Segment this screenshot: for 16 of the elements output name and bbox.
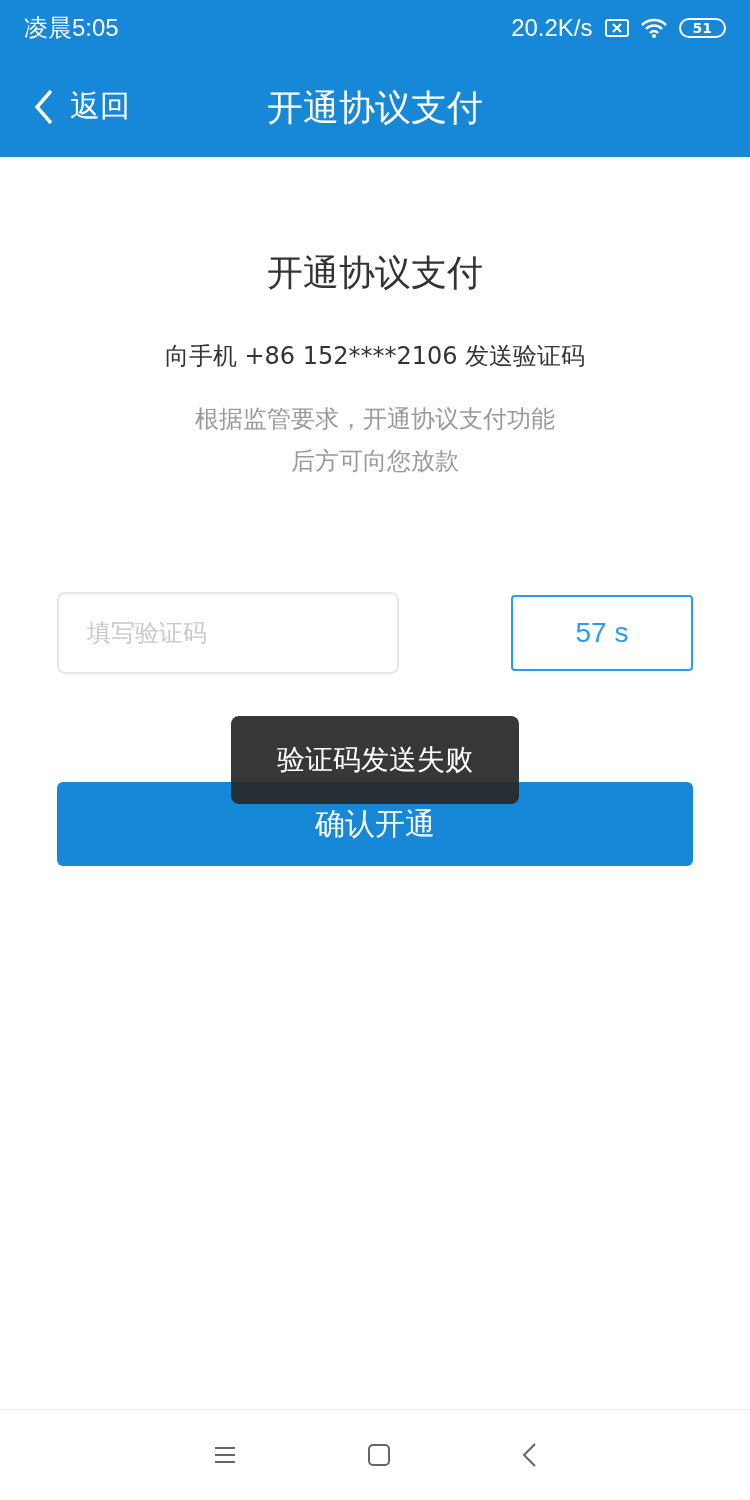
back-button[interactable]: 返回: [34, 86, 130, 127]
battery-icon: 51: [678, 18, 726, 38]
note-text: 根据监管要求，开通协议支付功能后方可向您放款: [194, 404, 556, 477]
countdown-button[interactable]: 57 s: [511, 595, 693, 671]
page-title: 开通协议支付: [267, 86, 483, 130]
status-time: 凌晨5:05: [24, 13, 119, 43]
menu-icon[interactable]: [213, 1445, 237, 1465]
heading: 开通协议支付: [266, 251, 484, 295]
home-icon[interactable]: [367, 1443, 391, 1467]
no-sim-icon: [604, 19, 629, 37]
back-icon[interactable]: [521, 1442, 537, 1468]
wifi-icon: [640, 18, 667, 38]
phone-line: 向手机 +86 152****2106 发送验证码: [163, 341, 587, 372]
network-speed: 20.2K/s: [511, 14, 593, 42]
toast: 验证码发送失败: [231, 716, 519, 804]
back-icon: [34, 88, 54, 125]
